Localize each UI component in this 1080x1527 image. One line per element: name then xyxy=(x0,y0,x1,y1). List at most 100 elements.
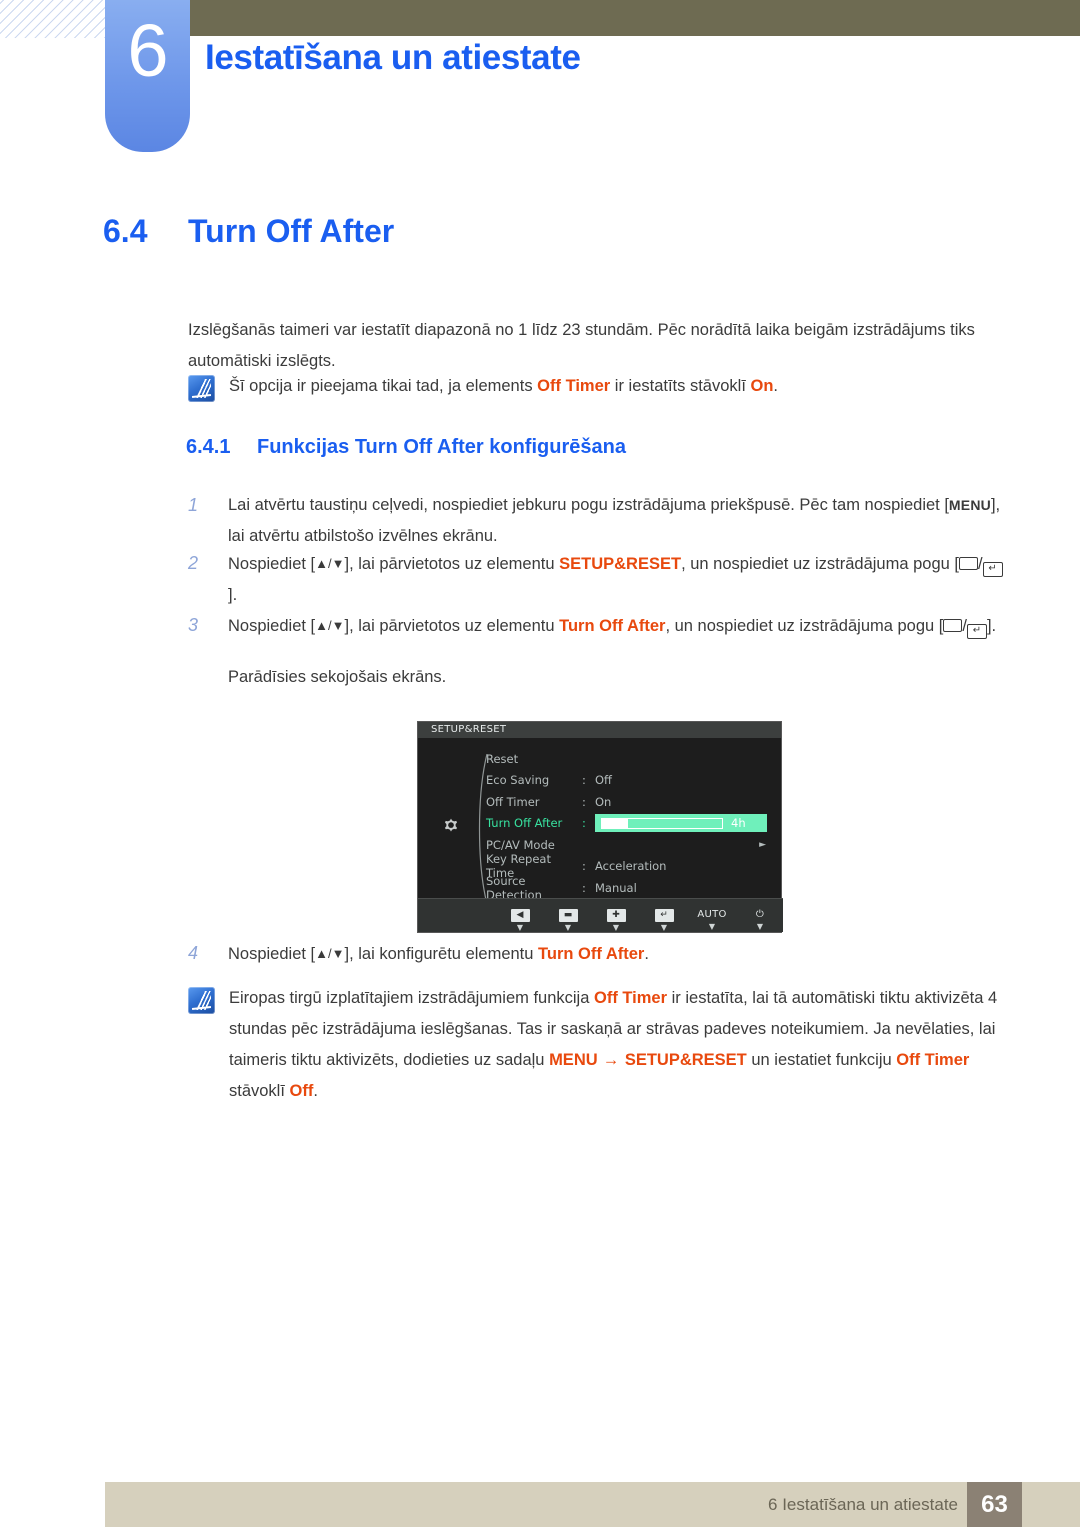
power-icon: ⏻ xyxy=(755,909,765,920)
osd-colon: : xyxy=(582,816,586,831)
osd-plus-button[interactable]: ✚ ▼ xyxy=(601,902,631,933)
step2-part3: , un nospiediet uz izstrādājuma pogu [ xyxy=(681,555,959,573)
note2-part5: . xyxy=(313,1082,318,1100)
step-2: 2 Nospiediet [▲/▼], lai pārvietotos uz e… xyxy=(188,548,1010,611)
osd-colon: : xyxy=(582,773,586,788)
note1-part3: . xyxy=(773,377,779,395)
caret-down-icon: ▼ xyxy=(708,922,716,931)
note2-part3: un iestatiet funkciju xyxy=(746,1051,897,1069)
note2-highlight-off-timer: Off Timer xyxy=(593,989,668,1007)
step2-highlight-setup-reset: SETUP&RESET xyxy=(559,555,682,573)
note2-part4: stāvoklī xyxy=(229,1082,290,1100)
step1-part1: Lai atvērtu taustiņu ceļvedi, nospiediet… xyxy=(228,496,949,514)
subsection-heading: 6.4.1 Funkcijas Turn Off After konfigurē… xyxy=(186,436,626,459)
osd-value: Manual xyxy=(595,880,637,895)
osd-label: Turn Off After xyxy=(486,816,563,831)
footer-chapter-label: 6 Iestatīšana un atiestate xyxy=(768,1495,958,1514)
caret-down-icon: ▼ xyxy=(516,923,524,932)
step2-part4: ]. xyxy=(228,586,238,604)
step-3-number: 3 xyxy=(188,615,199,635)
step-1-text: Lai atvērtu taustiņu ceļvedi, nospiediet… xyxy=(228,490,1010,552)
step-2-number: 2 xyxy=(188,553,199,573)
step4-part3: . xyxy=(644,945,649,963)
up-down-arrow-icon: ▲/▼ xyxy=(315,556,345,571)
step4-part2: ], lai konfigurētu elementu xyxy=(344,945,539,963)
intro-paragraph: Izslēgšanās taimeri var iestatīt diapazo… xyxy=(188,321,975,370)
note2-highlight-off-timer-2: Off Timer xyxy=(896,1051,970,1069)
section-number: 6.4 xyxy=(103,213,148,249)
enter-button-icon: ↵ xyxy=(982,562,1003,577)
caret-down-icon: ▼ xyxy=(660,923,668,932)
osd-title: SETUP&RESET xyxy=(418,722,781,738)
osd-auto-button[interactable]: AUTO ▼ xyxy=(697,902,727,932)
step2-part1: Nospiediet [ xyxy=(228,555,316,573)
osd-colon: : xyxy=(582,794,586,809)
osd-power-button[interactable]: ⏻ ▼ xyxy=(745,902,775,932)
osd-value: Off xyxy=(595,773,612,788)
osd-row-eco-saving[interactable]: Eco Saving : Off xyxy=(486,770,776,792)
step2-part2: ], lai pārvietotos uz elementu xyxy=(344,555,560,573)
plus-icon: ✚ xyxy=(606,909,626,922)
osd-row-turn-off-after[interactable]: Turn Off After : 4h xyxy=(486,813,776,835)
note1-highlight-off-timer: Off Timer xyxy=(537,377,611,395)
back-icon: ◀ xyxy=(510,909,530,922)
subsection-number: 6.4.1 xyxy=(186,436,231,458)
note-icon xyxy=(188,987,215,1014)
caret-down-icon: ▼ xyxy=(564,923,572,932)
step3-part3: , un nospiediet uz izstrādājuma pogu [ xyxy=(665,617,944,635)
substep-text: Parādīsies sekojošais ekrāns. xyxy=(228,668,447,686)
chapter-tab: 6 xyxy=(105,0,190,152)
note-2-text: Eiropas tirgū izplatītajiem izstrādājumi… xyxy=(229,983,1010,1107)
note1-highlight-on: On xyxy=(750,377,774,395)
note-icon xyxy=(188,375,215,402)
osd-row-reset[interactable]: Reset xyxy=(486,748,776,770)
enter-button-icon: ↵ xyxy=(966,624,987,639)
page-number-box: 63 xyxy=(967,1482,1022,1527)
source-button-icon xyxy=(958,557,978,570)
osd-label: Reset xyxy=(486,751,519,766)
turn-off-after-slider[interactable]: 4h xyxy=(595,814,767,833)
enter-icon: ↵ xyxy=(654,909,674,922)
section-heading: 6.4 Turn Off After xyxy=(103,213,394,250)
step2-slash: / xyxy=(977,555,983,573)
note2-highlight-off: Off xyxy=(289,1082,314,1100)
osd-footer-buttons: ◀ ▼ ▬ ▼ ✚ ▼ ↵ ▼ AUTO ▼ ⏻ ▼ xyxy=(418,898,783,932)
osd-colon: : xyxy=(582,880,586,895)
note1-part1: Šī opcija ir pieejama tikai tad, ja elem… xyxy=(229,377,538,395)
step4-part1: Nospiediet [ xyxy=(228,945,316,963)
slider-value-label: 4h xyxy=(731,816,746,831)
step-1-number: 1 xyxy=(188,495,199,515)
osd-label: Off Timer xyxy=(486,794,540,809)
step-2-text: Nospiediet [▲/▼], lai pārvietotos uz ele… xyxy=(228,548,1010,611)
step3-part1: Nospiediet [ xyxy=(228,617,316,635)
osd-row-source-detection[interactable]: Source Detection : Manual xyxy=(486,874,776,902)
note-block-2: Eiropas tirgū izplatītajiem izstrādājumi… xyxy=(188,983,1010,1107)
step-4: 4 Nospiediet [▲/▼], lai konfigurētu elem… xyxy=(188,938,1010,970)
decorative-hatch-pattern xyxy=(0,0,105,38)
osd-enter-button[interactable]: ↵ ▼ xyxy=(649,902,679,933)
step1-key-menu: MENU xyxy=(948,497,991,513)
note2-highlight-setup-reset: SETUP&RESET xyxy=(624,1051,747,1069)
osd-minus-button[interactable]: ▬ ▼ xyxy=(553,902,583,933)
caret-down-icon: ▼ xyxy=(612,923,620,932)
note-1-text: Šī opcija ir pieejama tikai tad, ja elem… xyxy=(229,371,778,402)
gear-icon xyxy=(444,818,458,832)
step-4-number: 4 xyxy=(188,943,199,963)
osd-back-button[interactable]: ◀ ▼ xyxy=(505,902,535,933)
up-down-arrow-icon: ▲/▼ xyxy=(315,946,345,961)
source-button-icon xyxy=(943,619,963,632)
osd-colon: : xyxy=(582,859,586,874)
caret-down-icon: ▼ xyxy=(756,922,764,931)
section-title: Turn Off After xyxy=(188,213,395,249)
osd-label: Eco Saving xyxy=(486,773,550,788)
slider-fill xyxy=(602,818,629,828)
arrow-icon: → xyxy=(597,1051,625,1069)
up-down-arrow-icon: ▲/▼ xyxy=(315,618,345,633)
note-block-1: Šī opcija ir pieejama tikai tad, ja elem… xyxy=(188,371,1010,402)
step3-part2: ], lai pārvietotos uz elementu xyxy=(344,617,560,635)
osd-row-off-timer[interactable]: Off Timer : On xyxy=(486,791,776,813)
chapter-number: 6 xyxy=(127,9,168,92)
note1-part2: ir iestatīts stāvoklī xyxy=(610,377,751,395)
chapter-title: Iestatīšana un atiestate xyxy=(205,38,581,77)
chevron-right-icon: ► xyxy=(759,839,766,850)
